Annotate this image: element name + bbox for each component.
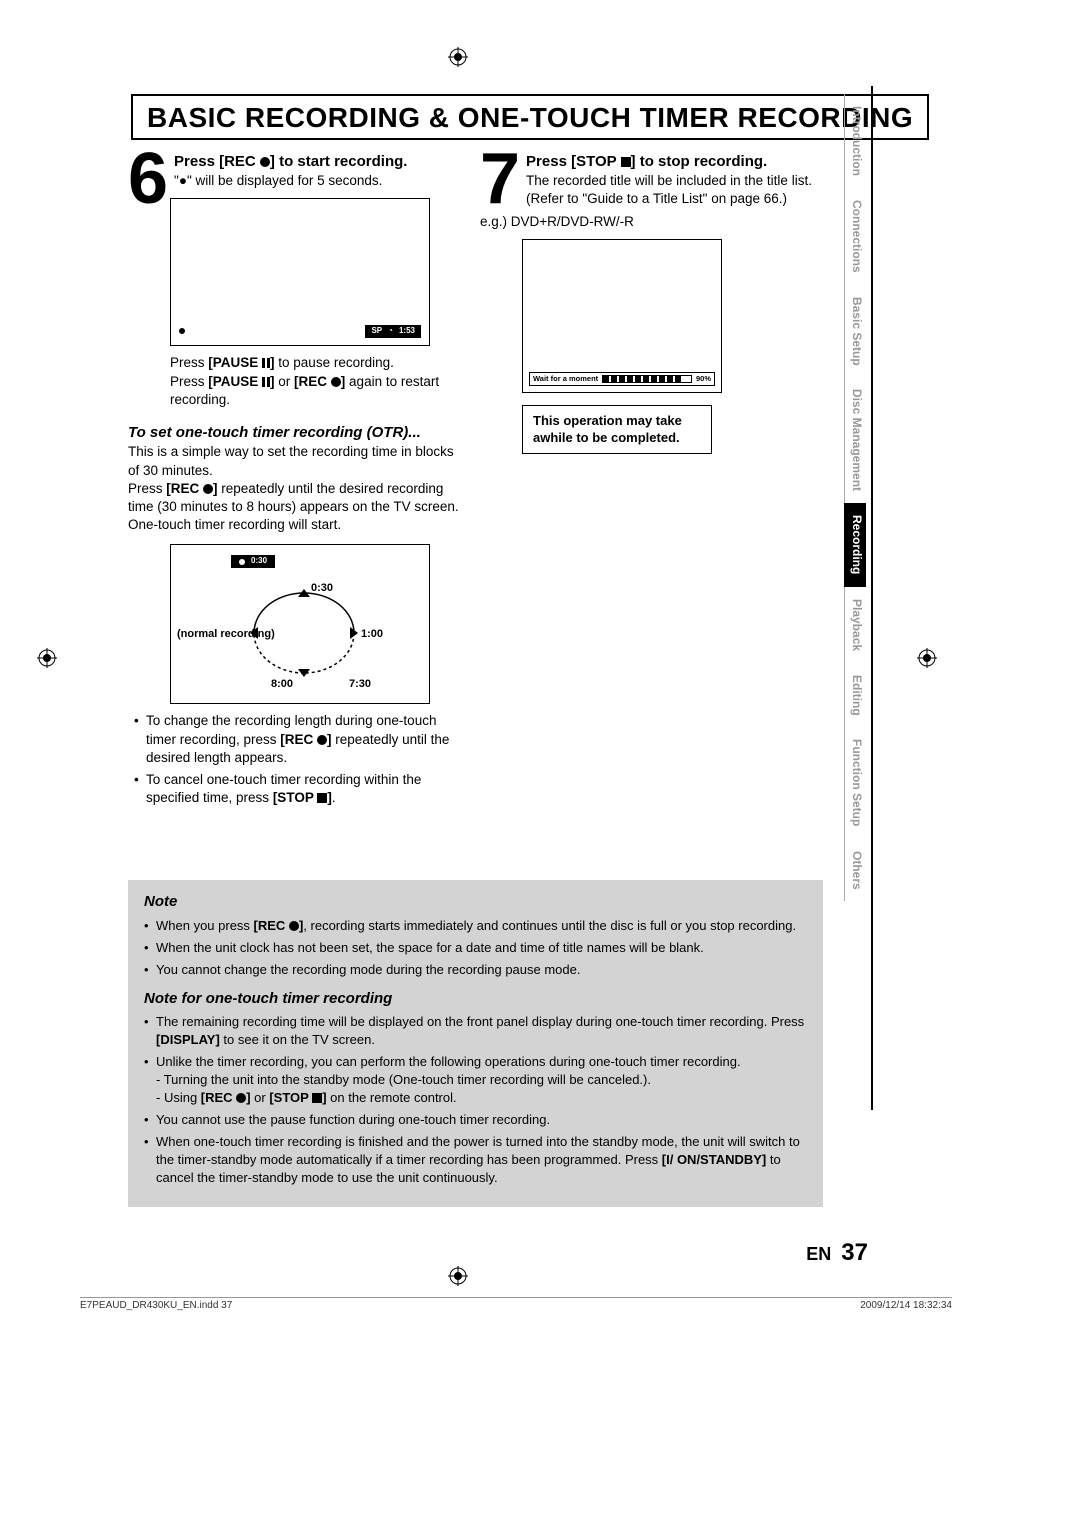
note-panel: Note When you press [REC ], recording st… [128, 880, 823, 1207]
progress-bar [602, 375, 692, 383]
tab-playback: Playback [844, 587, 866, 663]
step-number: 7 [480, 152, 520, 206]
record-icon [317, 735, 327, 745]
progress-label: Wait for a moment [533, 374, 598, 384]
page-lang: EN [806, 1244, 831, 1264]
tab-connections: Connections [844, 188, 866, 285]
registration-mark-icon [448, 1266, 468, 1286]
page-title: BASIC RECORDING & ONE-TOUCH TIMER RECORD… [131, 94, 929, 140]
step-6-sub: "●" will be displayed for 5 seconds. [128, 172, 468, 190]
otr-bullets: To change the recording length during on… [128, 712, 468, 807]
record-dot-icon [179, 328, 185, 334]
step-7: 7 Press [STOP ] to stop recording. The r… [480, 152, 820, 231]
step-number: 6 [128, 152, 168, 206]
stop-icon [621, 157, 631, 167]
stop-icon [312, 1093, 322, 1103]
label-030: 0:30 [311, 581, 333, 596]
tab-introduction: Introduction [844, 94, 866, 188]
otr-heading: To set one-touch timer recording (OTR)..… [128, 423, 468, 443]
otr-bullet-1: To change the recording length during on… [134, 712, 468, 767]
note-2: When the unit clock has not been set, th… [144, 939, 807, 957]
label-730: 7:30 [349, 677, 371, 692]
tab-basic-setup: Basic Setup [844, 285, 866, 378]
otr-bullet-2: To cancel one-touch timer recording with… [134, 771, 468, 807]
section-tabs: Introduction Connections Basic Setup Dis… [844, 94, 866, 901]
tab-recording: Recording [844, 503, 866, 586]
record-icon [236, 1093, 246, 1103]
step-7-title: Press [STOP ] to stop recording. [480, 152, 820, 172]
tab-function-setup: Function Setup [844, 727, 866, 838]
footer: E7PEAUD_DR430KU_EN.indd 37 2009/12/14 18… [80, 1297, 952, 1311]
otr-mini-time: 0:30 [251, 556, 267, 567]
sub-note-2: Unlike the timer recording, you can perf… [144, 1053, 807, 1107]
pause-icon [262, 377, 270, 387]
page-number: EN 37 [806, 1239, 868, 1267]
step-6-title: Press [REC ] to start recording. [128, 152, 468, 172]
note-heading: Note [144, 892, 807, 913]
footer-file: E7PEAUD_DR430KU_EN.indd 37 [80, 1300, 232, 1311]
page-divider [871, 86, 873, 1110]
tv-screen-illustration: SP ◔ 1:53 [170, 198, 430, 346]
step-7-l2: (Refer to "Guide to a Title List" on pag… [480, 190, 820, 208]
record-icon [203, 484, 213, 494]
tab-disc-management: Disc Management [844, 377, 866, 503]
tab-others: Others [844, 839, 866, 902]
progress-screen-illustration: Wait for a moment 90% [522, 239, 722, 393]
pause-instruction: Press [PAUSE ] to pause recording. Press… [170, 354, 468, 409]
label-100: 1:00 [361, 627, 383, 642]
otr-p1: This is a simple way to set the recordin… [128, 443, 468, 479]
progress-pct: 90% [696, 374, 711, 384]
step-7-l1: The recorded title will be included in t… [480, 172, 820, 190]
left-column: 6 Press [REC ] to start recording. "●" w… [128, 152, 468, 812]
step-6: 6 Press [REC ] to start recording. "●" w… [128, 152, 468, 190]
record-icon [289, 921, 299, 931]
otr-cycle-diagram: 0:30 0:30 (normal recording) 1:00 8:00 7… [170, 544, 430, 704]
label-normal: (normal recording) [177, 627, 275, 642]
registration-mark-icon [917, 648, 937, 668]
record-dot-icon [239, 559, 245, 565]
stop-icon [317, 793, 327, 803]
sub-note-3: You cannot use the pause function during… [144, 1111, 807, 1129]
registration-mark-icon [37, 648, 57, 668]
sub-note-1: The remaining recording time will be dis… [144, 1013, 807, 1049]
otr-p2: Press [REC ] repeatedly until the desire… [128, 480, 468, 535]
registration-mark-icon [448, 47, 468, 67]
sub-note-heading: Note for one-touch timer recording [144, 989, 807, 1010]
sub-note-4: When one-touch timer recording is finish… [144, 1133, 807, 1187]
record-icon [331, 377, 341, 387]
disc-icon: ◔ [388, 326, 393, 337]
mode-label: SP [371, 326, 382, 337]
elapsed-time: 1:53 [399, 326, 415, 337]
note-3: You cannot change the recording mode dur… [144, 961, 807, 979]
tab-editing: Editing [844, 663, 866, 728]
warning-box: This operation may take awhile to be com… [522, 405, 712, 454]
record-icon [260, 157, 270, 167]
footer-date: 2009/12/14 18:32:34 [860, 1300, 952, 1311]
label-800: 8:00 [271, 677, 293, 692]
note-1: When you press [REC ], recording starts … [144, 917, 807, 935]
page-num-value: 37 [841, 1239, 868, 1266]
step-7-l3: e.g.) DVD+R/DVD-RW/-R [480, 213, 820, 231]
right-column: 7 Press [STOP ] to stop recording. The r… [480, 152, 820, 454]
pause-icon [262, 358, 270, 368]
